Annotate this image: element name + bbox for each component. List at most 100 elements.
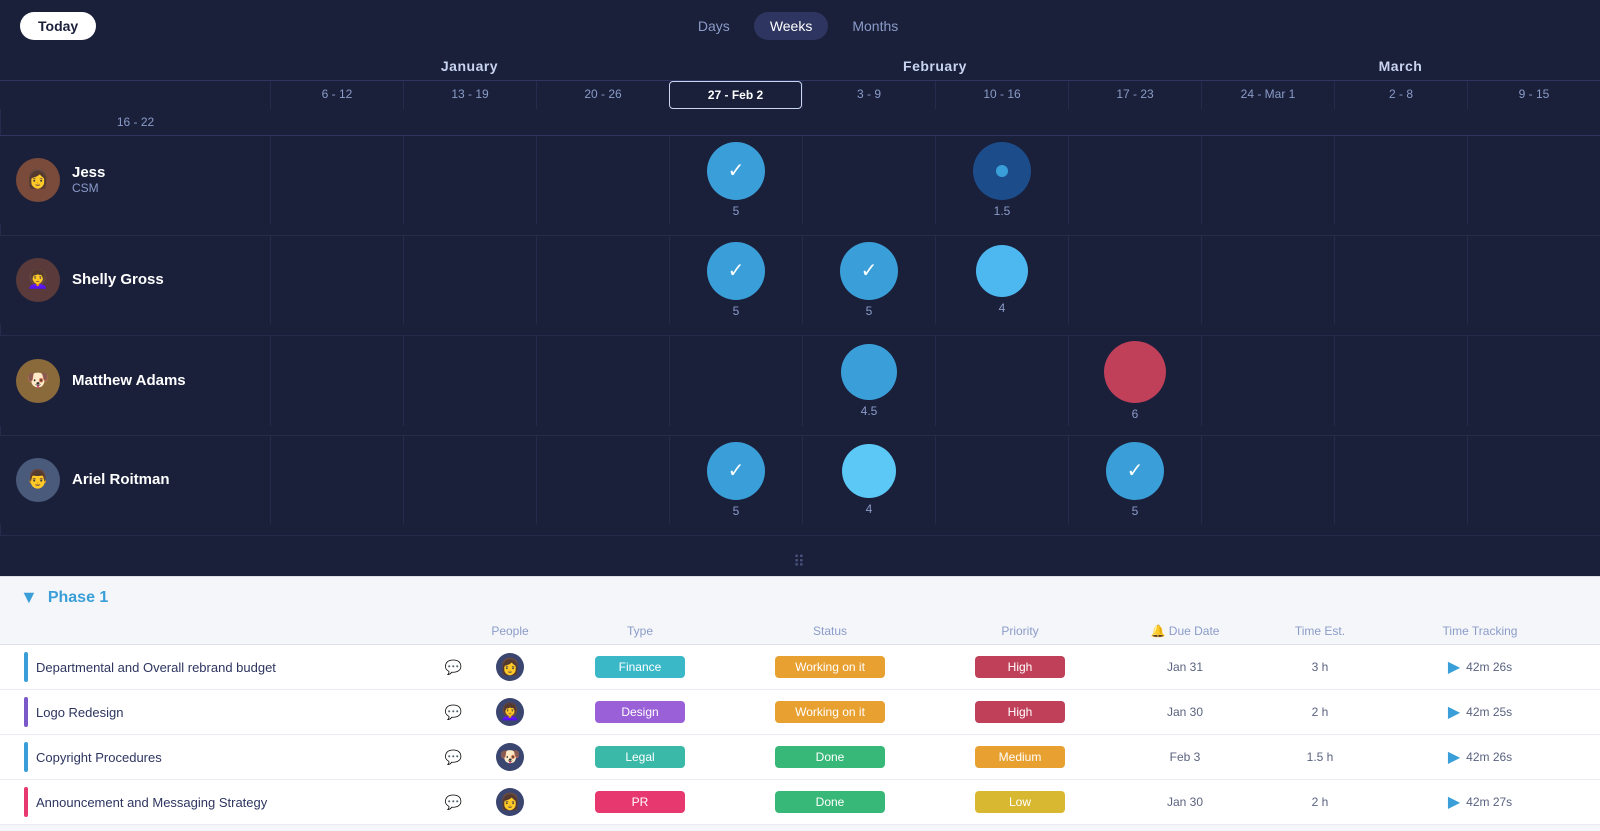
shelly-col7 xyxy=(1068,236,1201,324)
matthew-col2 xyxy=(403,336,536,426)
days-view-button[interactable]: Days xyxy=(682,12,746,40)
jess-col1 xyxy=(270,136,403,224)
person-info-jess: 👩 Jess CSM xyxy=(0,158,270,202)
jess-bubble-label-2: 1.5 xyxy=(994,204,1011,218)
person-info-matthew: 🐶 Matthew Adams xyxy=(0,359,270,403)
shelly-bubble-check-2[interactable]: ✓ xyxy=(840,242,898,300)
task-bar-2 xyxy=(24,742,28,772)
matthew-bubble-red[interactable] xyxy=(1104,341,1166,403)
bottom-panel: ▼ Phase 1 People Type Status Priority 🔔 … xyxy=(0,576,1600,831)
person-details-jess: Jess CSM xyxy=(72,164,105,195)
task-type-badge-2: Legal xyxy=(595,746,685,768)
task-bar-3 xyxy=(24,787,28,817)
comment-icon-0[interactable]: 💬 xyxy=(445,659,462,676)
jess-bubble-dot[interactable] xyxy=(973,142,1031,200)
task-priority-1: High xyxy=(930,701,1110,723)
weeks-view-button[interactable]: Weeks xyxy=(754,12,829,40)
jess-bubble-check[interactable]: ✓ xyxy=(707,142,765,200)
ariel-col6 xyxy=(935,436,1068,524)
task-status-2: Done xyxy=(730,746,930,768)
matthew-bubble-blue[interactable] xyxy=(841,344,897,400)
matthew-col4 xyxy=(669,336,802,426)
calendar-section: Today Days Weeks Months January February… xyxy=(0,0,1600,548)
shelly-bubble-1: ✓ 5 xyxy=(707,242,765,318)
play-icon-2[interactable]: ▶ xyxy=(1448,747,1460,767)
resize-handle[interactable]: ⠿ xyxy=(0,548,1600,576)
shelly-col2 xyxy=(403,236,536,324)
task-people-0: 👩 xyxy=(470,653,550,681)
jess-col6: 1.5 xyxy=(935,136,1068,224)
shelly-label-2: 5 xyxy=(866,304,873,318)
shelly-col3 xyxy=(536,236,669,324)
jess-bubble-label-1: 5 xyxy=(733,204,740,218)
ariel-bubble-check-1[interactable]: ✓ xyxy=(707,442,765,500)
month-headers: January February March xyxy=(0,52,1600,81)
task-name-2: Copyright Procedures xyxy=(36,750,162,765)
task-people-1: 👩‍🦱 xyxy=(470,698,550,726)
task-status-3: Done xyxy=(730,791,930,813)
task-avatar-0: 👩 xyxy=(496,653,524,681)
shelly-col5: ✓ 5 xyxy=(802,236,935,324)
comment-icon-3[interactable]: 💬 xyxy=(445,794,462,811)
task-type-3: PR xyxy=(550,791,730,813)
jess-bubble-1: ✓ 5 xyxy=(707,142,765,218)
person-name-matthew: Matthew Adams xyxy=(72,372,186,389)
matthew-col5: 4.5 xyxy=(802,336,935,426)
th-status: Status xyxy=(730,618,930,644)
task-type-badge-1: Design xyxy=(595,701,685,723)
person-name-shelly: Shelly Gross xyxy=(72,271,164,288)
task-name-0: Departmental and Overall rebrand budget xyxy=(36,660,276,675)
table-row: Logo Redesign 💬 👩‍🦱 Design Working on it… xyxy=(0,690,1600,735)
shelly-label-3: 4 xyxy=(999,301,1006,315)
task-time-est-3: 2 h xyxy=(1260,795,1380,809)
person-role-jess: CSM xyxy=(72,181,105,195)
phase-title: Phase 1 xyxy=(48,589,108,607)
months-view-button[interactable]: Months xyxy=(836,12,914,40)
task-status-1: Working on it xyxy=(730,701,930,723)
tracking-value-3: 42m 27s xyxy=(1466,795,1512,809)
th-priority: Priority xyxy=(930,618,1110,644)
jess-col4: ✓ 5 xyxy=(669,136,802,224)
task-name-3: Announcement and Messaging Strategy xyxy=(36,795,267,810)
task-type-1: Design xyxy=(550,701,730,723)
shelly-bubble-3: 4 xyxy=(976,245,1028,315)
comment-icon-2[interactable]: 💬 xyxy=(445,749,462,766)
avatar-matthew: 🐶 xyxy=(16,359,60,403)
person-info-shelly: 👩‍🦱 Shelly Gross xyxy=(0,258,270,302)
week-13-19: 13 - 19 xyxy=(403,81,536,109)
play-icon-0[interactable]: ▶ xyxy=(1448,657,1460,677)
jess-col5 xyxy=(802,136,935,224)
ariel-col10 xyxy=(1467,436,1600,524)
matthew-col9 xyxy=(1334,336,1467,426)
jess-col7 xyxy=(1068,136,1201,224)
task-bar-1 xyxy=(24,697,28,727)
week-20-26: 20 - 26 xyxy=(536,81,669,109)
task-priority-badge-1: High xyxy=(975,701,1065,723)
view-switcher: Days Weeks Months xyxy=(682,12,914,40)
comment-icon-1[interactable]: 💬 xyxy=(445,704,462,721)
task-status-badge-1: Working on it xyxy=(775,701,885,723)
week-27-feb2: 27 - Feb 2 xyxy=(669,81,802,109)
task-priority-0: High xyxy=(930,656,1110,678)
task-cell-3: Announcement and Messaging Strategy 💬 xyxy=(20,787,470,817)
task-cell-1: Logo Redesign 💬 xyxy=(20,697,470,727)
ariel-col11 xyxy=(0,524,270,536)
shelly-bubble-check-1[interactable]: ✓ xyxy=(707,242,765,300)
ariel-col2 xyxy=(403,436,536,524)
matthew-label-2: 6 xyxy=(1132,407,1139,421)
shelly-col10 xyxy=(1467,236,1600,324)
month-march: March xyxy=(1201,52,1600,80)
task-cell-0: Departmental and Overall rebrand budget … xyxy=(20,652,470,682)
matthew-col3 xyxy=(536,336,669,426)
person-row-matthew: 🐶 Matthew Adams 4.5 6 xyxy=(0,336,1600,436)
ariel-bubble-check-3[interactable]: ✓ xyxy=(1106,442,1164,500)
play-icon-1[interactable]: ▶ xyxy=(1448,702,1460,722)
shelly-col8 xyxy=(1201,236,1334,324)
today-button[interactable]: Today xyxy=(20,12,96,40)
shelly-bubble-3-circle[interactable] xyxy=(976,245,1028,297)
person-row-shelly: 👩‍🦱 Shelly Gross ✓ 5 ✓ 5 4 xyxy=(0,236,1600,336)
task-due-date-1: Jan 30 xyxy=(1110,705,1260,719)
ariel-bubble-light[interactable] xyxy=(842,444,896,498)
play-icon-3[interactable]: ▶ xyxy=(1448,792,1460,812)
task-type-2: Legal xyxy=(550,746,730,768)
